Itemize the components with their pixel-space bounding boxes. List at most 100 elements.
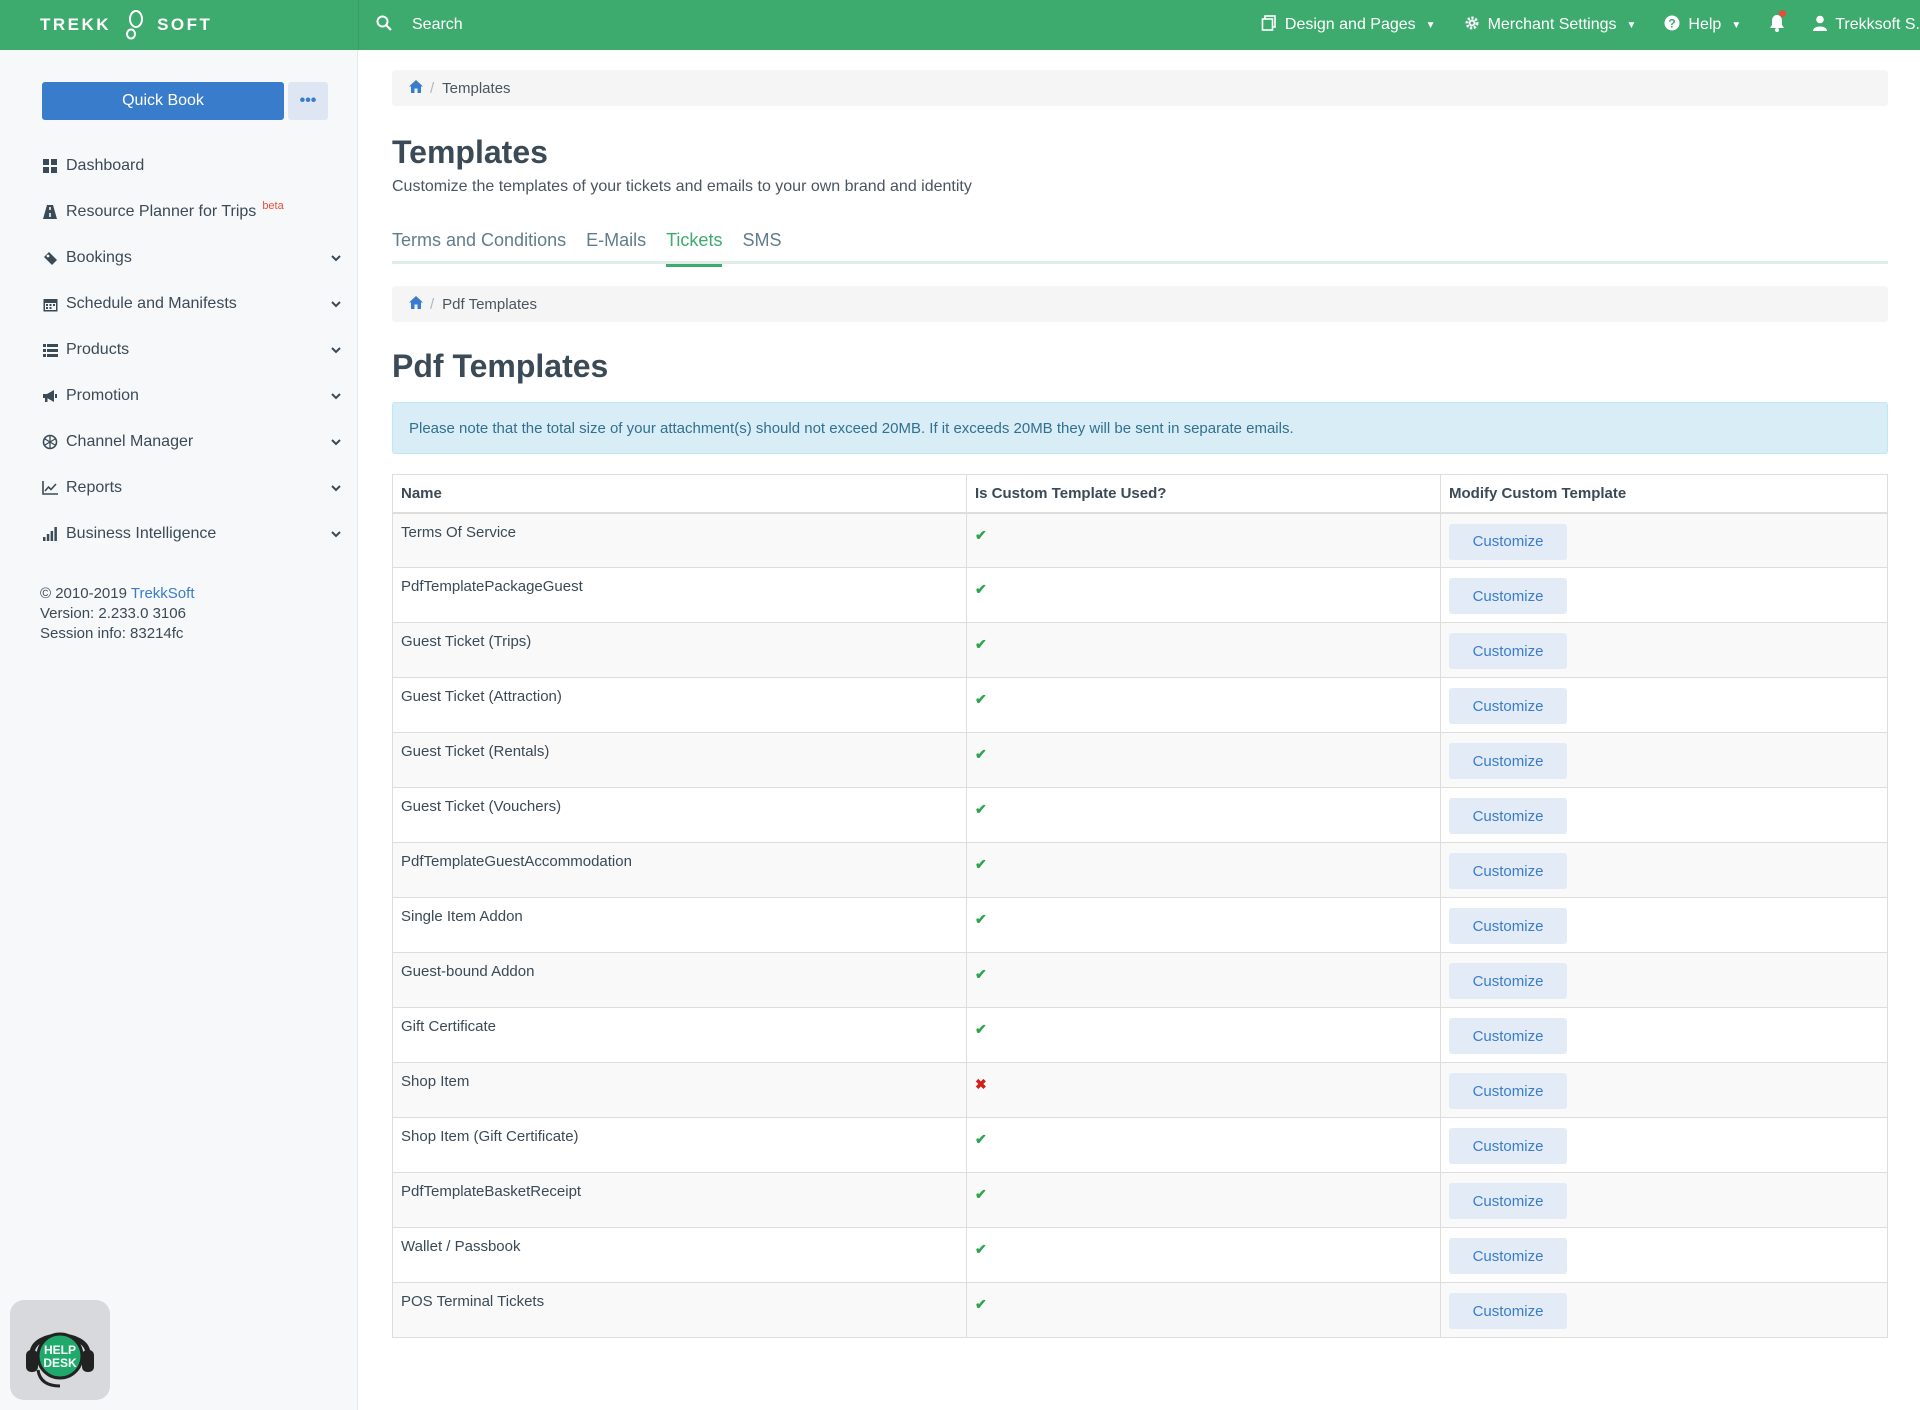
gear-icon — [1464, 15, 1480, 36]
helpdesk-label-help: HELP — [44, 1343, 76, 1357]
col-header-custom-used: Is Custom Template Used? — [966, 474, 1441, 514]
notifications-button[interactable] — [1769, 9, 1787, 37]
helpdesk-widget[interactable]: HELP DESK — [10, 1300, 110, 1400]
sidebar-item-label: Promotion — [66, 387, 139, 404]
sidebar-item-channel-manager[interactable]: Channel Manager — [42, 419, 342, 465]
calendar-icon — [42, 296, 58, 312]
search-input[interactable]: Search — [412, 16, 463, 34]
check-icon: ✔ — [975, 746, 987, 762]
check-icon: ✔ — [975, 966, 987, 982]
sidebar-item-schedule[interactable]: Schedule and Manifests — [42, 281, 342, 327]
headset-icon: HELP DESK — [26, 1332, 94, 1388]
customize-button[interactable]: Customize — [1449, 908, 1567, 944]
copyright-text: © 2010-2019 — [40, 585, 131, 602]
sidebar-item-business-intelligence[interactable]: Business Intelligence — [42, 511, 342, 557]
table-row: Guest Ticket (Vouchers) ✔ Customize — [392, 787, 1888, 843]
search-icon — [376, 15, 392, 36]
custom-used-cell: ✔ — [966, 842, 1441, 898]
breadcrumb-separator: / — [430, 79, 435, 97]
template-name: Terms Of Service — [392, 512, 967, 568]
caret-down-icon: ▼ — [1731, 19, 1742, 31]
home-icon[interactable] — [408, 79, 424, 98]
pages-icon — [1261, 14, 1277, 36]
modify-cell: Customize — [1440, 1172, 1888, 1228]
check-icon: ✔ — [975, 911, 987, 927]
customize-button[interactable]: Customize — [1449, 853, 1567, 889]
check-icon: ✔ — [975, 526, 987, 543]
table-row: Terms Of Service ✔ Customize — [392, 512, 1888, 568]
page-title: Templates — [392, 134, 548, 170]
table-row: Guest Ticket (Trips) ✔ Customize — [392, 622, 1888, 678]
globe-network-icon — [42, 434, 58, 450]
sidebar-item-bookings[interactable]: Bookings — [42, 235, 342, 281]
sidebar-item-label: Reports — [66, 479, 123, 496]
sidebar-item-label: Resource Planner for Trips — [66, 203, 257, 220]
company-link[interactable]: TrekkSoft — [131, 585, 195, 602]
check-icon: ✔ — [975, 801, 987, 817]
check-icon: ✔ — [975, 691, 987, 707]
tab-tickets[interactable]: Tickets — [666, 220, 723, 267]
customize-button[interactable]: Customize — [1449, 523, 1567, 560]
home-icon[interactable] — [408, 295, 424, 314]
search-box[interactable]: Search — [376, 0, 463, 50]
footprint-icon — [123, 10, 145, 40]
quick-book-button[interactable]: Quick Book — [42, 82, 284, 120]
more-options-button[interactable]: ••• — [288, 82, 328, 120]
template-name: Guest Ticket (Trips) — [392, 622, 967, 678]
bell-icon — [1769, 14, 1785, 37]
customize-button[interactable]: Customize — [1449, 578, 1567, 614]
custom-used-cell: ✔ — [966, 732, 1441, 788]
merchant-settings-menu[interactable]: Merchant Settings ▼ — [1464, 15, 1637, 36]
template-name: Guest-bound Addon — [392, 952, 967, 1008]
check-icon: ✔ — [975, 1131, 987, 1147]
template-name: PdfTemplateGuestAccommodation — [392, 842, 967, 898]
caret-down-icon: ▼ — [1626, 19, 1637, 31]
helpdesk-label-desk: DESK — [43, 1356, 77, 1370]
sidebar-footer: © 2010-2019 TrekkSoft Version: 2.233.0 3… — [40, 584, 195, 644]
table-row: Guest-bound Addon ✔ Customize — [392, 952, 1888, 1008]
design-and-pages-menu[interactable]: Design and Pages ▼ — [1261, 14, 1436, 36]
table-row: PdfTemplateGuestAccommodation ✔ Customize — [392, 842, 1888, 898]
svg-text:?: ? — [1669, 16, 1676, 30]
sidebar-item-products[interactable]: Products — [42, 327, 342, 373]
modify-cell: Customize — [1440, 952, 1888, 1008]
top-nav-menu: Design and Pages ▼ Merchant Settings ▼ ?… — [1261, 0, 1920, 50]
user-menu[interactable]: Trekksoft S. — [1813, 15, 1920, 36]
brand-logo[interactable]: TREKK SOFT — [0, 0, 358, 50]
customize-button[interactable]: Customize — [1449, 688, 1567, 724]
help-menu[interactable]: ? Help ▼ — [1664, 15, 1741, 36]
check-icon: ✔ — [975, 1021, 987, 1037]
sidebar-item-reports[interactable]: Reports — [42, 465, 342, 511]
modify-cell: Customize — [1440, 567, 1888, 623]
custom-used-cell: ✔ — [966, 1117, 1441, 1173]
table-row: Shop Item ✖ Customize — [392, 1062, 1888, 1118]
customize-button[interactable]: Customize — [1449, 743, 1567, 779]
customize-button[interactable]: Customize — [1449, 1238, 1567, 1274]
sidebar-item-dashboard[interactable]: Dashboard — [42, 143, 342, 189]
customize-button[interactable]: Customize — [1449, 1293, 1567, 1329]
breadcrumb-separator: / — [430, 295, 435, 313]
check-icon: ✔ — [975, 856, 987, 872]
check-icon: ✔ — [975, 1186, 987, 1202]
customize-button[interactable]: Customize — [1449, 1018, 1567, 1054]
customize-button[interactable]: Customize — [1449, 798, 1567, 834]
custom-used-cell: ✔ — [966, 1007, 1441, 1063]
tab-emails[interactable]: E-Mails — [586, 220, 646, 264]
customize-button[interactable]: Customize — [1449, 1183, 1567, 1219]
table-row: Wallet / Passbook ✔ Customize — [392, 1227, 1888, 1283]
customize-button[interactable]: Customize — [1449, 633, 1567, 669]
megaphone-icon — [42, 388, 58, 404]
sidebar-item-promotion[interactable]: Promotion — [42, 373, 342, 419]
template-name: Guest Ticket (Rentals) — [392, 732, 967, 788]
tab-terms-and-conditions[interactable]: Terms and Conditions — [392, 220, 566, 264]
customize-button[interactable]: Customize — [1449, 1073, 1567, 1109]
modify-cell: Customize — [1440, 1007, 1888, 1063]
custom-used-cell: ✔ — [966, 677, 1441, 733]
customize-button[interactable]: Customize — [1449, 963, 1567, 999]
custom-used-cell: ✖ — [966, 1062, 1441, 1118]
sidebar-item-resource-planner[interactable]: Resource Planner for Trips beta — [42, 189, 342, 235]
sidebar-nav: Dashboard Resource Planner for Trips bet… — [42, 143, 342, 557]
pdf-templates-table: Name Is Custom Template Used? Modify Cus… — [392, 474, 1888, 1338]
tab-sms[interactable]: SMS — [742, 220, 781, 264]
customize-button[interactable]: Customize — [1449, 1128, 1567, 1164]
